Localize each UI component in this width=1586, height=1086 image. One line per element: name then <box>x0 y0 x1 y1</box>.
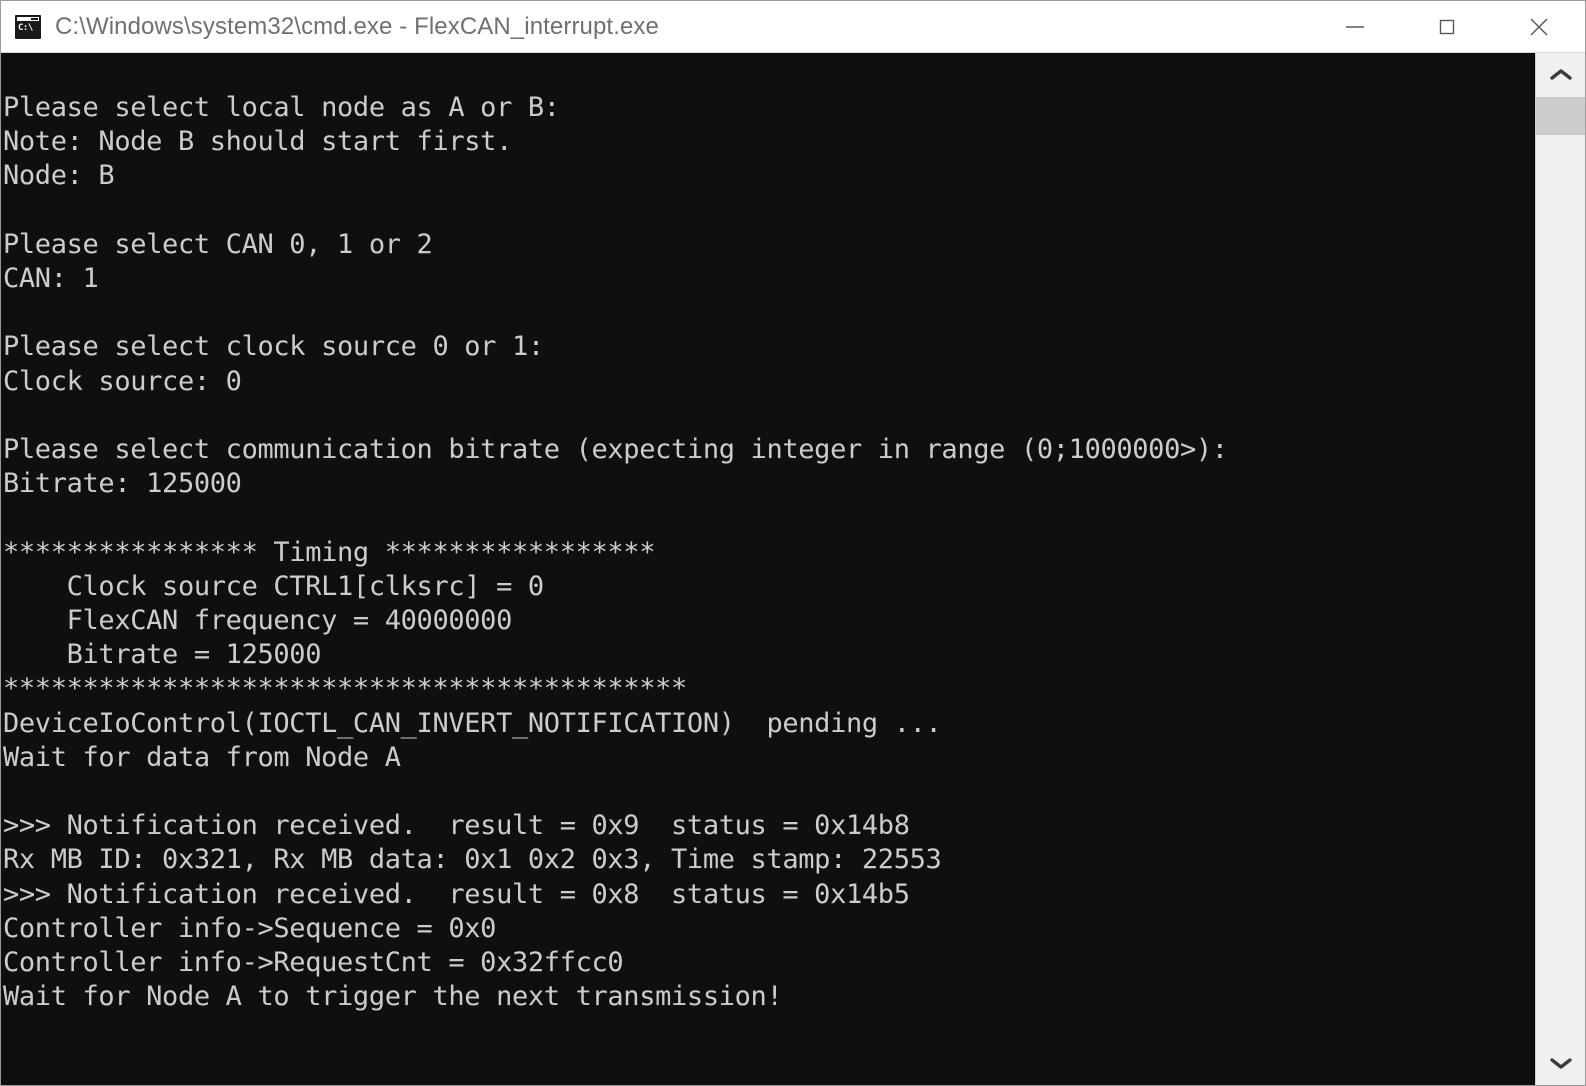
vertical-scrollbar[interactable] <box>1535 53 1585 1085</box>
chevron-down-icon <box>1549 1056 1572 1070</box>
close-button[interactable] <box>1493 1 1585 52</box>
minimize-button[interactable] <box>1309 1 1401 52</box>
title-bar[interactable]: C:\ C:\Windows\system32\cmd.exe - FlexCA… <box>1 1 1585 53</box>
cmd-window: C:\ C:\Windows\system32\cmd.exe - FlexCA… <box>0 0 1586 1086</box>
scroll-up-button[interactable] <box>1536 53 1585 97</box>
console-body[interactable]: Please select local node as A or B: Note… <box>1 53 1585 1085</box>
close-icon <box>1525 13 1553 41</box>
maximize-button[interactable] <box>1401 1 1493 52</box>
cmd-console-icon: C:\ <box>15 14 41 39</box>
maximize-icon <box>1435 15 1459 39</box>
console-output: Please select local node as A or B: Note… <box>3 92 1228 1013</box>
scroll-down-button[interactable] <box>1536 1041 1585 1085</box>
scrollbar-thumb[interactable] <box>1536 97 1585 135</box>
window-controls <box>1309 1 1585 52</box>
icon-prompt-text: C:\ <box>17 21 39 37</box>
minimize-icon <box>1343 15 1367 39</box>
chevron-up-icon <box>1549 68 1572 82</box>
scrollbar-track[interactable] <box>1536 97 1585 1041</box>
window-title: C:\Windows\system32\cmd.exe - FlexCAN_in… <box>55 12 659 40</box>
